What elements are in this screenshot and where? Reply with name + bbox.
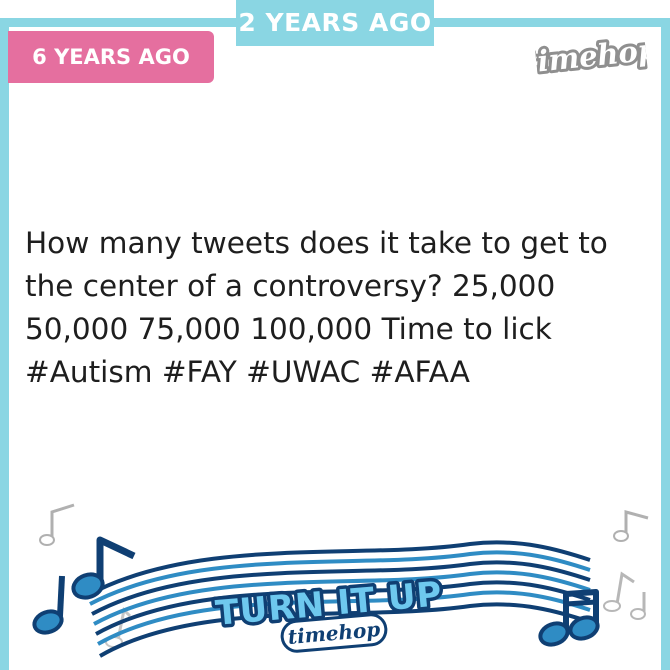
timehop-card: 2 YEARS AGO 6 YEARS AGO timehop timehop …	[0, 0, 670, 670]
music-note-icon	[630, 592, 646, 620]
music-note-icon	[39, 503, 75, 546]
music-note-icon	[32, 575, 65, 635]
turn-it-up-sticker: TURN IT UP TURN IT UP timehop	[32, 503, 649, 658]
years-ago-top-tab: 2 YEARS AGO	[236, 0, 434, 46]
post-text: How many tweets does it take to get to t…	[25, 226, 608, 389]
music-note-icon	[538, 589, 600, 647]
music-note-icon	[613, 510, 649, 542]
music-note-icon	[603, 571, 635, 612]
years-ago-left-tab: 6 YEARS AGO	[8, 31, 214, 83]
music-note-icon	[71, 536, 136, 600]
